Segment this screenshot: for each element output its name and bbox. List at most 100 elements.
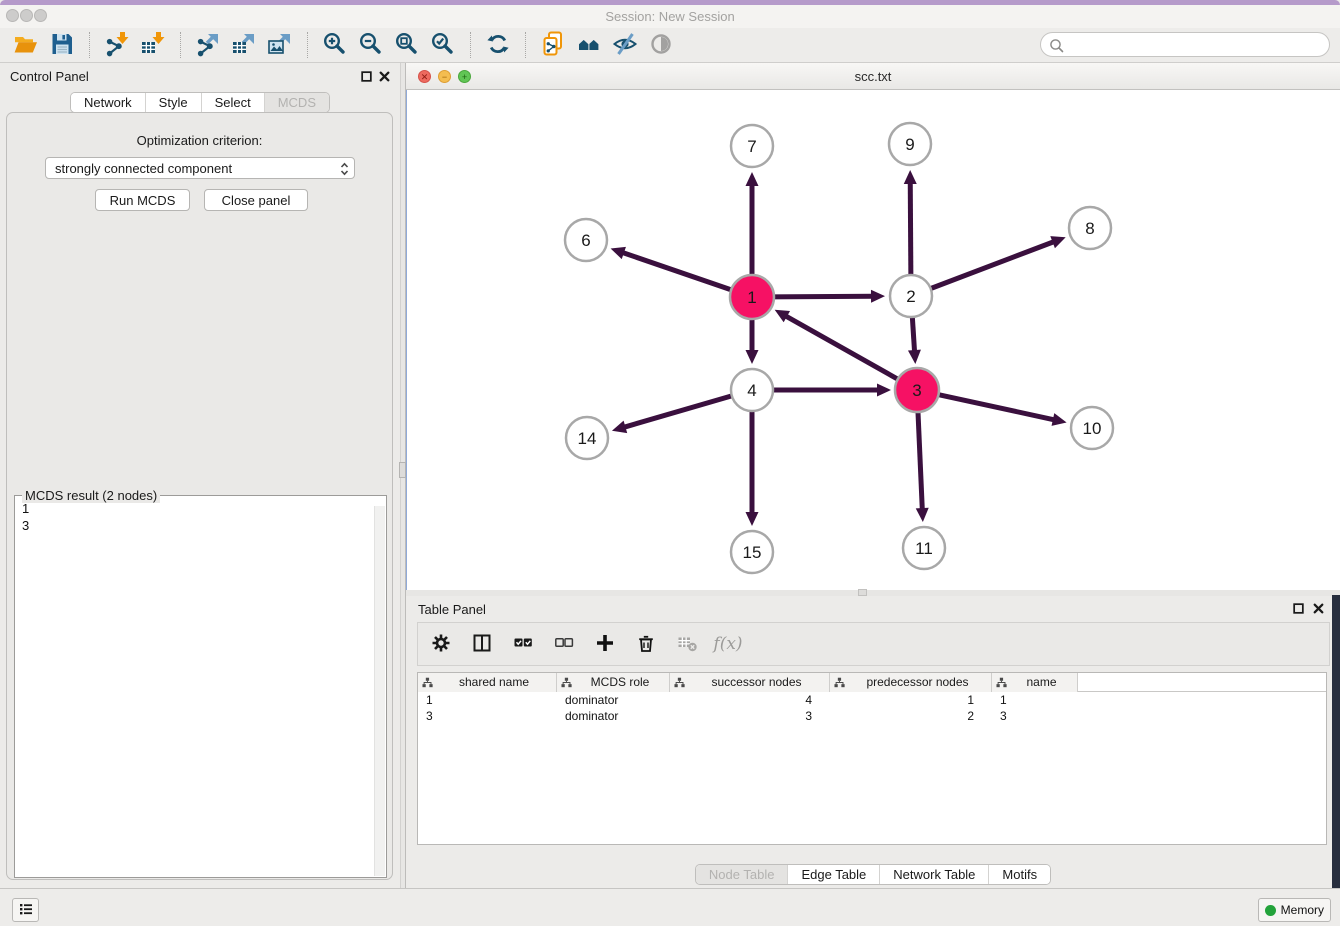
import-network-button[interactable] [99,30,135,60]
clone-network-icon [540,31,566,60]
search-input[interactable] [1069,35,1319,54]
split-panel-button[interactable] [470,632,494,656]
cell-MCDS-role[interactable]: dominator [557,692,670,708]
zoom-in-button[interactable] [317,30,353,60]
mcds-result-list[interactable]: 13 [17,500,372,875]
titlebar: Session: New Session [0,5,1340,28]
table-settings-button[interactable] [429,632,453,656]
cell-shared-name[interactable]: 1 [418,692,557,708]
tab-network[interactable]: Network [71,93,146,112]
column-header-name[interactable]: name [992,673,1078,692]
cell-successor-nodes[interactable]: 4 [670,692,830,708]
clone-network-button[interactable] [535,30,571,60]
import-table-button[interactable] [135,30,171,60]
toolbar-separator [470,32,471,58]
tab-motifs[interactable]: Motifs [989,865,1050,884]
panel-divider-grip[interactable] [399,462,406,478]
graph-edge-3-1[interactable] [784,315,901,381]
task-history-button[interactable] [12,898,39,922]
control-panel: Control Panel NetworkStyleSelectMCDS Opt… [0,63,400,888]
memory-button[interactable]: Memory [1258,898,1331,922]
cell-name[interactable]: 3 [992,708,1078,724]
column-header-MCDS-role[interactable]: MCDS role [557,673,670,692]
graph-edge-1-6[interactable] [621,252,735,291]
zoom-selected-button[interactable] [425,30,461,60]
cell-MCDS-role[interactable]: dominator [557,708,670,724]
column-header-successor-nodes[interactable]: successor nodes [670,673,830,692]
graph-edge-2-9[interactable] [910,181,911,278]
column-header-shared-name[interactable]: shared name [418,673,557,692]
table-panel-title: Table Panel [418,602,486,617]
add-column-button[interactable] [593,632,617,656]
unselect-all-columns-button[interactable] [552,632,576,656]
export-image-button[interactable] [262,30,298,60]
run-mcds-button[interactable]: Run MCDS [95,189,190,211]
graph-edge-4-14[interactable] [623,395,735,428]
float-panel-icon[interactable] [360,70,374,84]
delete-column-icon [636,633,656,656]
zoom-fit-button[interactable] [389,30,425,60]
graph-edge-arrowhead-3-10 [1052,413,1067,426]
close-panel-icon[interactable] [378,70,392,84]
cell-successor-nodes[interactable]: 3 [670,708,830,724]
network-canvas[interactable]: 7968124314101511 [406,90,1340,590]
horizontal-divider-grip[interactable] [858,589,867,596]
graph-edge-arrowhead-1-6 [611,247,626,259]
tab-node-table[interactable]: Node Table [696,865,789,884]
select-all-columns-button[interactable] [511,632,535,656]
column-header-predecessor-nodes[interactable]: predecessor nodes [830,673,992,692]
mcds-result-group: MCDS result (2 nodes) 13 [14,495,387,878]
first-neighbors-button[interactable] [571,30,607,60]
table-row[interactable]: 1dominator411 [418,692,1326,708]
graph-edge-arrowhead-3-11 [916,508,929,522]
delete-table-icon [677,633,697,656]
toolbar-separator [307,32,308,58]
unselect-all-columns-icon [554,633,574,656]
export-network-button[interactable] [190,30,226,60]
tab-edge-table[interactable]: Edge Table [788,865,880,884]
network-view-window: ✕ − + scc.txt 7968124314101511 [406,63,1340,590]
float-table-panel-icon[interactable] [1292,602,1306,616]
zoom-selected-icon [430,31,456,60]
column-header-label: MCDS role [571,675,669,689]
close-table-panel-icon[interactable] [1312,602,1326,616]
tab-mcds[interactable]: MCDS [265,93,329,112]
cell-predecessor-nodes[interactable]: 1 [830,692,992,708]
tab-network-table[interactable]: Network Table [880,865,989,884]
zoom-out-button[interactable] [353,30,389,60]
graph-node-label-9: 9 [905,135,914,154]
refresh-view-button[interactable] [480,30,516,60]
criterion-value: strongly connected component [55,161,232,176]
cell-name[interactable]: 1 [992,692,1078,708]
first-neighbors-icon [576,31,602,60]
close-panel-button[interactable]: Close panel [204,189,308,211]
tab-select[interactable]: Select [202,93,265,112]
cell-predecessor-nodes[interactable]: 2 [830,708,992,724]
result-scrollbar[interactable] [374,506,385,876]
graph-edge-3-10[interactable] [935,394,1056,420]
graph-edge-arrowhead-4-3 [877,384,891,397]
open-file-button[interactable] [8,30,44,60]
control-panel-tabs: NetworkStyleSelectMCDS [0,92,400,113]
hide-selected-button[interactable] [607,30,643,60]
graph-edge-arrowhead-2-3 [908,350,921,364]
table-row[interactable]: 3dominator323 [418,708,1326,724]
graph-edge-3-11[interactable] [918,408,923,511]
export-table-icon [231,31,257,60]
graph-edge-2-8[interactable] [928,241,1056,289]
toolbar-separator [525,32,526,58]
graph-edge-arrowhead-2-9 [904,170,917,184]
graph-edge-1-2[interactable] [770,296,874,297]
column-header-label: shared name [432,675,556,689]
session-title: Session: New Session [0,9,1340,24]
save-session-button[interactable] [44,30,80,60]
graph-edge-2-3[interactable] [912,314,914,353]
control-panel-title: Control Panel [10,69,89,84]
graph-edge-arrowhead-1-4 [746,350,759,364]
delete-column-button[interactable] [634,632,658,656]
export-table-button[interactable] [226,30,262,60]
cell-shared-name[interactable]: 3 [418,708,557,724]
desktop-background-strip [1332,595,1340,926]
tab-style[interactable]: Style [146,93,202,112]
criterion-dropdown[interactable]: strongly connected component [45,157,355,179]
